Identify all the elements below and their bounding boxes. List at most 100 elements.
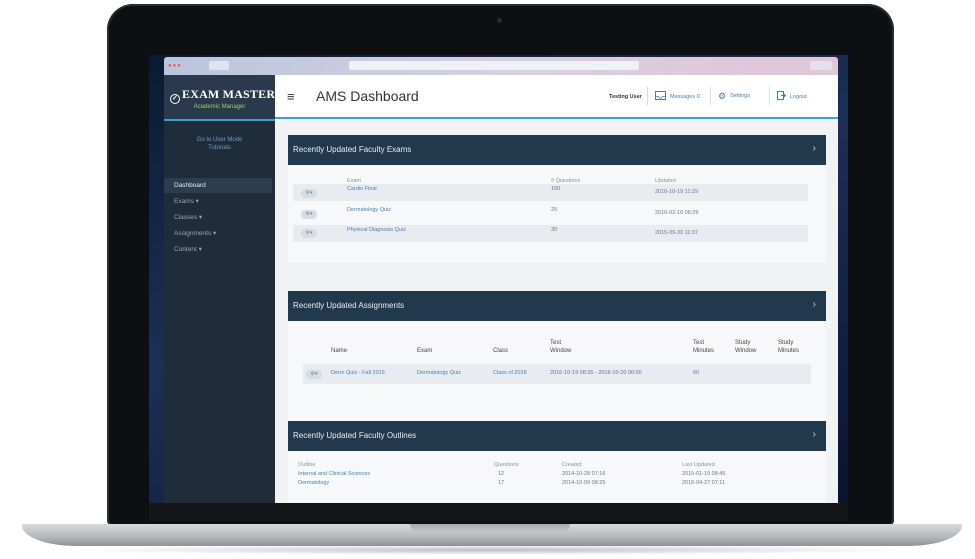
row-gear-button[interactable]: ⚙▾ [301, 189, 317, 198]
assign-col-study-minutes: Study Minutes [778, 339, 799, 355]
chevron-right-icon[interactable]: › [813, 299, 816, 310]
app-window: ✓ EXAM MASTER Academic Manager Go to User… [164, 75, 838, 503]
laptop-screen: ●●● ✓ EXAM MASTER Academic Manager Go to … [149, 55, 848, 503]
assignment-minutes: 60 [693, 370, 700, 376]
assign-col-test-minutes: Test Minutes [693, 339, 714, 355]
assign-col-name: Name [331, 348, 348, 354]
header-divider [769, 87, 770, 105]
sidebar-item-content[interactable]: Content ▾ [164, 242, 275, 257]
exam-updated: 2015-09-30 11:37 [655, 230, 699, 236]
chevron-right-icon[interactable]: › [813, 429, 816, 440]
sidebar: ✓ EXAM MASTER Academic Manager Go to User… [164, 75, 275, 503]
exam-questions: 30 [551, 227, 558, 233]
assignment-window: 2016-10-19 08:35 - 2016-10-20 00:00 [550, 370, 642, 376]
outlines-panel-header[interactable]: Recently Updated Faculty Outlines › [288, 421, 826, 451]
assignments-panel-header[interactable]: Recently Updated Assignments › [288, 291, 826, 321]
messages-button[interactable]: Messages 0 [655, 91, 700, 100]
header-line: Test [693, 340, 705, 346]
header-divider [710, 87, 711, 105]
logout-label: Logout [790, 94, 807, 100]
inbox-icon [655, 91, 666, 100]
outline-questions: 12 [498, 471, 505, 477]
exam-updated: 2016-10-19 11:29 [655, 189, 699, 195]
settings-button[interactable]: ⚙ Settings [718, 91, 750, 102]
row-gear-button[interactable]: ⚙▾ [306, 370, 322, 379]
browser-extensions[interactable] [810, 61, 832, 70]
assign-col-study-window: Study Window [735, 339, 756, 355]
row-gear-button[interactable]: ⚙▾ [301, 229, 317, 238]
assignments-panel-body: Name Exam Class Test Window Test Minutes S… [288, 321, 826, 425]
outlines-col-questions: Questions [494, 462, 519, 468]
browser-tab[interactable] [209, 61, 229, 70]
outline-updated: 2016-04-27 07:11 [682, 480, 726, 486]
user-name[interactable]: Testing User [609, 94, 642, 100]
logout-button[interactable]: Logout [777, 91, 807, 100]
header-line: Window [550, 348, 572, 354]
exam-link[interactable]: Dermatology Quiz [347, 207, 391, 213]
assignment-class-link[interactable]: Class of 2018 [493, 370, 527, 376]
sidebar-item-assignments[interactable]: Assignments ▾ [164, 226, 275, 241]
check-circle-icon: ✓ [170, 94, 180, 104]
outline-questions: 17 [498, 480, 505, 486]
exam-questions: 100 [551, 186, 561, 192]
laptop-shadow [60, 545, 920, 555]
outlines-col-created: Created [562, 462, 582, 468]
logo-tagline: Academic Manager [193, 104, 246, 110]
exams-panel-body: Exam # Questions Updated ⚙▾ Cardio Final… [288, 165, 826, 262]
tutorials-link[interactable]: Tutorials [164, 144, 275, 152]
header-line: Minutes [693, 348, 715, 354]
outline-link[interactable]: Dermatology [298, 480, 329, 486]
settings-label: Settings [730, 93, 750, 99]
sidebar-nav: Dashboard Exams ▾ Classes ▾ Assignments … [164, 178, 275, 258]
hamburger-icon[interactable]: ≡ [287, 89, 295, 104]
exam-link[interactable]: Cardio Final [347, 186, 377, 192]
sidebar-item-classes[interactable]: Classes ▾ [164, 210, 275, 225]
window-controls[interactable]: ●●● [168, 63, 182, 69]
logout-icon [777, 91, 786, 100]
go-to-user-mode-link[interactable]: Go to User Mode [164, 136, 275, 144]
header-line: Test [550, 340, 562, 346]
exam-questions: 25 [551, 207, 558, 213]
outline-created: 2014-10-28 07:16 [562, 471, 606, 477]
assignments-panel-title: Recently Updated Assignments [293, 301, 405, 310]
header-line: Window [735, 348, 757, 354]
exam-link[interactable]: Physical Diagnosis Quiz [347, 227, 406, 233]
laptop-notch [410, 524, 570, 532]
assign-col-exam: Exam [417, 348, 433, 354]
outline-updated: 2015-01-19 08:45 [682, 471, 726, 477]
outline-link[interactable]: Internal and Clinical Sciences [298, 471, 370, 477]
gear-icon: ⚙▾ [310, 371, 318, 377]
outlines-col-outline: Outline [298, 462, 316, 468]
assign-col-class: Class [493, 348, 509, 354]
exams-panel-header[interactable]: Recently Updated Faculty Exams › [288, 135, 826, 165]
outlines-panel-title: Recently Updated Faculty Outlines [293, 431, 417, 440]
header-line: Study [735, 340, 751, 346]
logo-name: EXAM MASTER [182, 87, 276, 101]
header-line: Study [778, 340, 794, 346]
header-divider [647, 87, 648, 105]
outline-created: 2014-10-09 08:25 [562, 480, 606, 486]
bezel-bottom [149, 503, 848, 521]
chevron-right-icon[interactable]: › [813, 143, 816, 154]
gear-icon: ⚙▾ [305, 230, 313, 236]
row-gear-button[interactable]: ⚙▾ [301, 210, 317, 219]
messages-label: Messages 0 [670, 94, 700, 100]
camera [497, 18, 502, 23]
gear-icon: ⚙ [718, 91, 727, 101]
header-line: Minutes [778, 348, 800, 354]
exam-updated: 2016-02-16 06:29 [655, 210, 699, 216]
top-header: ≡ AMS Dashboard Testing User Messages 0 … [275, 75, 838, 119]
assignment-exam-link[interactable]: Dermatology Quiz [417, 370, 461, 376]
gear-icon: ⚙▾ [305, 211, 313, 217]
exams-panel-title: Recently Updated Faculty Exams [293, 145, 412, 154]
sidebar-item-dashboard[interactable]: Dashboard [164, 178, 272, 193]
address-bar[interactable] [349, 61, 639, 70]
browser-toolbar: ●●● [164, 57, 838, 75]
assign-col-test-window: Test Window [550, 339, 571, 355]
sidebar-item-exams[interactable]: Exams ▾ [164, 194, 275, 209]
assignment-link[interactable]: Derm Quiz - Fall 2016 [331, 370, 385, 376]
gear-icon: ⚙▾ [305, 190, 313, 196]
outlines-col-updated: Last Updated [682, 462, 715, 468]
logo[interactable]: ✓ EXAM MASTER Academic Manager [164, 75, 275, 121]
outlines-panel-body: Outline Questions Created Last Updated I… [288, 451, 826, 503]
